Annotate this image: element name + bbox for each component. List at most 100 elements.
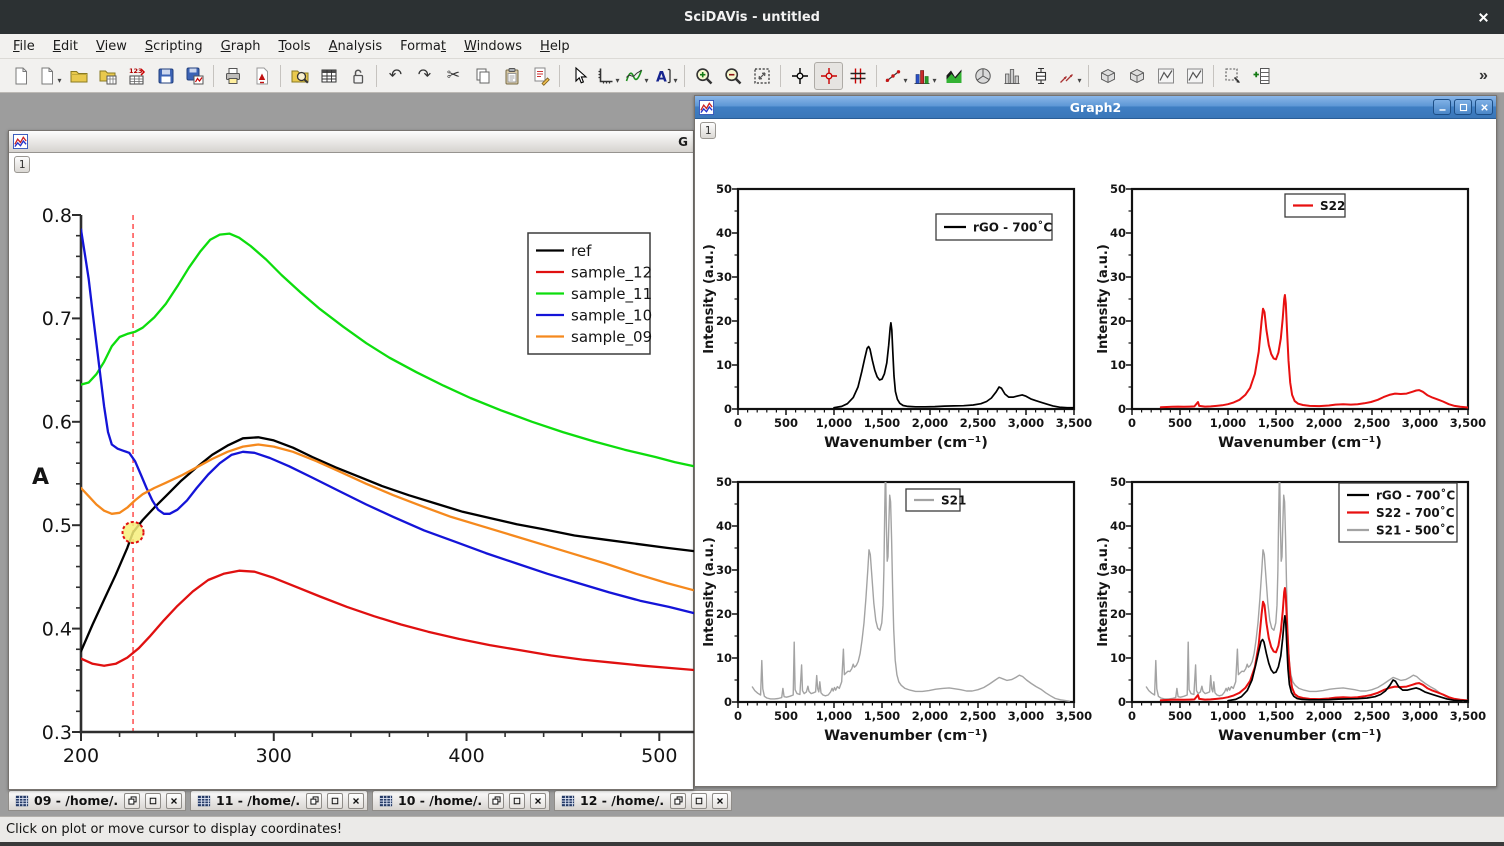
- menu-file[interactable]: File: [4, 36, 44, 57]
- toolbar-overflow-button[interactable]: »: [1469, 62, 1498, 90]
- results-log-button[interactable]: [314, 62, 343, 90]
- menu-windows[interactable]: Windows: [455, 36, 531, 57]
- new-aspect-button[interactable]: [35, 62, 64, 90]
- pdf-icon: [252, 66, 272, 86]
- print-button[interactable]: [218, 62, 247, 90]
- graph1-titlebar[interactable]: G: [9, 131, 693, 153]
- area-plot-button[interactable]: [939, 62, 968, 90]
- svg-text:1,000: 1,000: [816, 416, 852, 430]
- tab-restore-button[interactable]: [670, 793, 686, 809]
- raman-chart-s22[interactable]: 05001,0001,5002,0002,5003,0003,500010203…: [1095, 169, 1495, 457]
- surface-3d-button[interactable]: [1093, 62, 1122, 90]
- svg-text:0.5: 0.5: [42, 515, 72, 537]
- ribbon-3d-button[interactable]: [1180, 62, 1209, 90]
- graph2-maximize-button[interactable]: [1454, 99, 1472, 115]
- svg-text:0.8: 0.8: [42, 205, 72, 227]
- menu-tools[interactable]: Tools: [270, 36, 320, 57]
- uvvis-chart[interactable]: 2003004005000.30.40.50.60.70.8Arefsample…: [10, 154, 695, 791]
- tab-maximize-button[interactable]: [327, 793, 343, 809]
- graph1-window[interactable]: G 1 2003004005000.30.40.50.60.70.8Arefsa…: [8, 130, 694, 790]
- app-titlebar[interactable]: SciDAVis - untitled: [0, 0, 1504, 34]
- save-template-button[interactable]: [180, 62, 209, 90]
- menu-scripting[interactable]: Scripting: [136, 36, 212, 57]
- select-range-button[interactable]: [843, 62, 872, 90]
- menu-view[interactable]: View: [87, 36, 136, 57]
- delete-selection-button[interactable]: [526, 62, 555, 90]
- data-reader-button[interactable]: [814, 62, 843, 90]
- redo-button[interactable]: ↷: [410, 62, 439, 90]
- svg-text:3,500: 3,500: [1056, 416, 1092, 430]
- graph2-canvas[interactable]: 1 05001,0001,5002,0002,5003,0003,5000102…: [695, 119, 1496, 786]
- project-explorer-button[interactable]: [285, 62, 314, 90]
- menu-analysis[interactable]: Analysis: [320, 36, 392, 57]
- window-tab-09[interactable]: 09 - /home/...: [8, 790, 186, 811]
- pointer-button[interactable]: [564, 62, 593, 90]
- undo-button[interactable]: ↶: [381, 62, 410, 90]
- svg-text:30: 30: [1110, 270, 1126, 284]
- raman-chart-combined[interactable]: 05001,0001,5002,0002,5003,0003,500010203…: [1095, 462, 1495, 750]
- graph1-canvas[interactable]: 1 2003004005000.30.40.50.60.70.8Arefsamp…: [9, 153, 693, 789]
- trajectory-3d-button[interactable]: [1122, 62, 1151, 90]
- menu-help[interactable]: Help: [531, 36, 579, 57]
- open-template-button[interactable]: [93, 62, 122, 90]
- pie-chart-icon: [973, 66, 993, 86]
- pie-plot-button[interactable]: [968, 62, 997, 90]
- new-project-button[interactable]: [6, 62, 35, 90]
- graph2-titlebar[interactable]: Graph2: [695, 96, 1496, 119]
- app-close-button[interactable]: [1474, 8, 1492, 26]
- vector-plot-button[interactable]: [1055, 62, 1084, 90]
- export-pdf-button[interactable]: [247, 62, 276, 90]
- zoom-in-button[interactable]: [689, 62, 718, 90]
- tab-restore-button[interactable]: [488, 793, 504, 809]
- tab-maximize-button[interactable]: [691, 793, 707, 809]
- graph2-minimize-button[interactable]: [1433, 99, 1451, 115]
- tab-restore-button[interactable]: [306, 793, 322, 809]
- plot-3d-bars-button[interactable]: [997, 62, 1026, 90]
- cut-button[interactable]: ✂: [439, 62, 468, 90]
- tab-close-button[interactable]: [712, 793, 728, 809]
- curve-style-button[interactable]: [622, 62, 651, 90]
- raman-chart-rgo[interactable]: 05001,0001,5002,0002,5003,0003,500010203…: [701, 169, 1101, 457]
- layer-button[interactable]: 1: [700, 122, 716, 139]
- open-project-button[interactable]: [64, 62, 93, 90]
- tab-close-button[interactable]: [166, 793, 182, 809]
- import-ascii-button[interactable]: [122, 62, 151, 90]
- graph2-window[interactable]: Graph2 1 05001,0001,5002,0002,5003,0003,…: [694, 95, 1497, 787]
- add-column-button[interactable]: [1247, 62, 1276, 90]
- add-layer-button[interactable]: [593, 62, 622, 90]
- add-text-button[interactable]: [651, 62, 680, 90]
- new-page-icon: [11, 66, 31, 86]
- folder-search-icon: [290, 66, 310, 86]
- graph2-close-button[interactable]: [1475, 99, 1493, 115]
- toolbar-separator: [372, 62, 381, 90]
- menu-format[interactable]: Format: [391, 36, 455, 57]
- bar-plot-button[interactable]: [910, 62, 939, 90]
- raman-chart-s21[interactable]: 05001,0001,5002,0002,5003,0003,500010203…: [701, 462, 1101, 750]
- rescale-button[interactable]: [747, 62, 776, 90]
- fit-frame-button[interactable]: [1218, 62, 1247, 90]
- svg-text:0: 0: [1118, 695, 1126, 709]
- window-tab-12[interactable]: 12 - /home/...: [554, 790, 732, 811]
- menu-edit[interactable]: Edit: [44, 36, 87, 57]
- tab-close-button[interactable]: [348, 793, 364, 809]
- scatter-3d-button[interactable]: [1151, 62, 1180, 90]
- lock-toolbars-button[interactable]: [343, 62, 372, 90]
- line-symbol-icon: [883, 66, 903, 86]
- box-plot-button[interactable]: [1026, 62, 1055, 90]
- svg-text:Wavenumber (cm⁻¹): Wavenumber (cm⁻¹): [1218, 435, 1382, 451]
- window-tab-10[interactable]: 10 - /home/...: [372, 790, 550, 811]
- svg-text:20: 20: [1110, 607, 1126, 621]
- svg-text:40: 40: [1110, 226, 1126, 240]
- copy-button[interactable]: [468, 62, 497, 90]
- tab-close-button[interactable]: [530, 793, 546, 809]
- zoom-out-button[interactable]: [718, 62, 747, 90]
- screen-reader-button[interactable]: [785, 62, 814, 90]
- menu-graph[interactable]: Graph: [212, 36, 270, 57]
- paste-button[interactable]: [497, 62, 526, 90]
- tab-restore-button[interactable]: [124, 793, 140, 809]
- save-project-button[interactable]: [151, 62, 180, 90]
- tab-maximize-button[interactable]: [145, 793, 161, 809]
- tab-maximize-button[interactable]: [509, 793, 525, 809]
- window-tab-11[interactable]: 11 - /home/...: [190, 790, 368, 811]
- line-symbol-plot-button[interactable]: [881, 62, 910, 90]
